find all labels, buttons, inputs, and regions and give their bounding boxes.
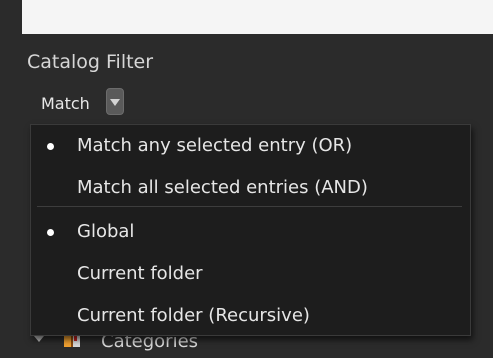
menu-item-label: Match all selected entries (AND) <box>77 177 368 198</box>
menu-item-label: Current folder (Recursive) <box>77 305 310 326</box>
top-panel <box>22 0 493 34</box>
match-dropdown-menu: Match any selected entry (OR) Match all … <box>30 124 471 336</box>
match-dropdown-button[interactable] <box>106 88 124 115</box>
bullet-icon <box>47 229 54 236</box>
menu-item-label: Match any selected entry (OR) <box>77 135 353 156</box>
panel-title: Catalog Filter <box>27 51 154 73</box>
menu-separator <box>37 206 462 207</box>
bullet-icon <box>47 143 54 150</box>
menu-item-current-folder[interactable]: Current folder <box>31 255 470 293</box>
menu-item-global[interactable]: Global <box>31 213 470 251</box>
menu-item-match-any[interactable]: Match any selected entry (OR) <box>31 127 470 165</box>
triangle-down-icon[interactable] <box>34 336 44 342</box>
match-label: Match <box>41 94 90 113</box>
menu-item-label: Global <box>77 221 135 242</box>
menu-item-current-folder-recursive[interactable]: Current folder (Recursive) <box>31 297 470 335</box>
menu-item-label: Current folder <box>77 263 203 284</box>
menu-item-match-all[interactable]: Match all selected entries (AND) <box>31 169 470 207</box>
